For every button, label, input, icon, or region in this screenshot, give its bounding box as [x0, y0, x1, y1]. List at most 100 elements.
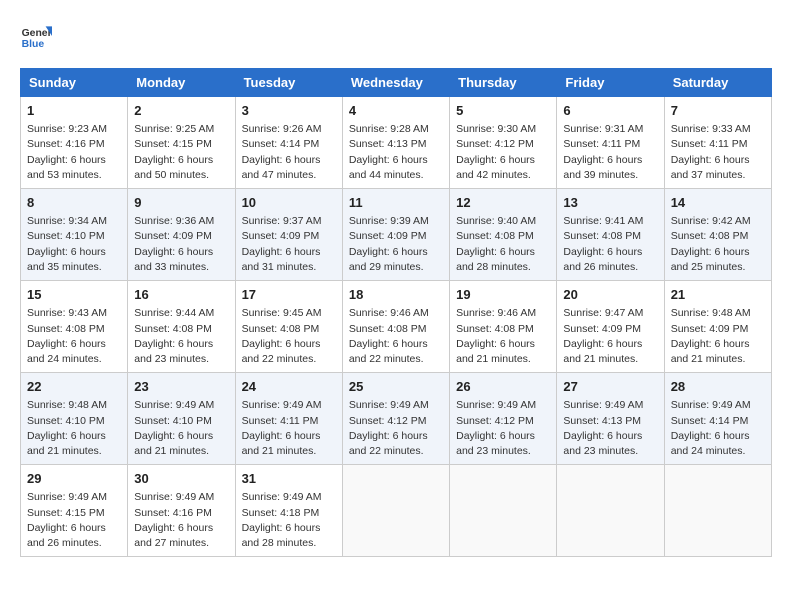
day-info: Sunrise: 9:49 AMSunset: 4:12 PMDaylight:…: [456, 398, 550, 459]
day-number: 26: [456, 378, 550, 396]
page-header: General Blue: [20, 20, 772, 52]
day-info: Sunrise: 9:49 AMSunset: 4:14 PMDaylight:…: [671, 398, 765, 459]
calendar-cell: 27 Sunrise: 9:49 AMSunset: 4:13 PMDayligh…: [557, 373, 664, 465]
logo: General Blue: [20, 20, 52, 52]
calendar-cell: 10 Sunrise: 9:37 AMSunset: 4:09 PMDayligh…: [235, 189, 342, 281]
col-header-sunday: Sunday: [21, 69, 128, 97]
calendar-cell: 4Sunrise: 9:28 AMSunset: 4:13 PMDaylight…: [342, 97, 449, 189]
calendar-cell: 14 Sunrise: 9:42 AMSunset: 4:08 PMDayligh…: [664, 189, 771, 281]
calendar-cell: 5Sunrise: 9:30 AMSunset: 4:12 PMDaylight…: [450, 97, 557, 189]
day-number: 3: [242, 102, 336, 120]
day-info: Sunrise: 9:41 AMSunset: 4:08 PMDaylight:…: [563, 214, 657, 275]
svg-text:Blue: Blue: [22, 39, 45, 50]
calendar-cell: 17 Sunrise: 9:45 AMSunset: 4:08 PMDayligh…: [235, 281, 342, 373]
day-number: 19: [456, 286, 550, 304]
col-header-wednesday: Wednesday: [342, 69, 449, 97]
calendar-cell: 12 Sunrise: 9:40 AMSunset: 4:08 PMDayligh…: [450, 189, 557, 281]
calendar-cell: 16 Sunrise: 9:44 AMSunset: 4:08 PMDayligh…: [128, 281, 235, 373]
day-info: Sunrise: 9:23 AMSunset: 4:16 PMDaylight:…: [27, 122, 121, 183]
day-info: Sunrise: 9:43 AMSunset: 4:08 PMDaylight:…: [27, 306, 121, 367]
calendar-cell: 25 Sunrise: 9:49 AMSunset: 4:12 PMDayligh…: [342, 373, 449, 465]
col-header-thursday: Thursday: [450, 69, 557, 97]
day-info: Sunrise: 9:49 AMSunset: 4:15 PMDaylight:…: [27, 490, 121, 551]
calendar-week-row: 15 Sunrise: 9:43 AMSunset: 4:08 PMDayligh…: [21, 281, 772, 373]
calendar-table: SundayMondayTuesdayWednesdayThursdayFrid…: [20, 68, 772, 557]
day-number: 16: [134, 286, 228, 304]
day-number: 28: [671, 378, 765, 396]
day-number: 24: [242, 378, 336, 396]
calendar-cell: 11Sunrise: 9:39 AMSunset: 4:09 PMDayligh…: [342, 189, 449, 281]
logo-icon: General Blue: [20, 20, 52, 52]
day-number: 2: [134, 102, 228, 120]
day-number: 9: [134, 194, 228, 212]
calendar-cell: 19Sunrise: 9:46 AMSunset: 4:08 PMDayligh…: [450, 281, 557, 373]
day-number: 7: [671, 102, 765, 120]
day-number: 15: [27, 286, 121, 304]
calendar-cell: 8Sunrise: 9:34 AMSunset: 4:10 PMDaylight…: [21, 189, 128, 281]
day-number: 20: [563, 286, 657, 304]
day-info: Sunrise: 9:48 AMSunset: 4:09 PMDaylight:…: [671, 306, 765, 367]
day-info: Sunrise: 9:40 AMSunset: 4:08 PMDaylight:…: [456, 214, 550, 275]
calendar-cell: 29 Sunrise: 9:49 AMSunset: 4:15 PMDayligh…: [21, 465, 128, 557]
day-number: 27: [563, 378, 657, 396]
calendar-cell: 13Sunrise: 9:41 AMSunset: 4:08 PMDayligh…: [557, 189, 664, 281]
day-number: 29: [27, 470, 121, 488]
svg-text:General: General: [22, 28, 52, 39]
day-info: Sunrise: 9:33 AMSunset: 4:11 PMDaylight:…: [671, 122, 765, 183]
day-info: Sunrise: 9:49 AMSunset: 4:10 PMDaylight:…: [134, 398, 228, 459]
calendar-cell: 2 Sunrise: 9:25 AMSunset: 4:15 PMDaylight…: [128, 97, 235, 189]
calendar-cell: [557, 465, 664, 557]
day-number: 8: [27, 194, 121, 212]
calendar-cell: [342, 465, 449, 557]
day-number: 31: [242, 470, 336, 488]
day-info: Sunrise: 9:25 AMSunset: 4:15 PMDaylight:…: [134, 122, 228, 183]
day-info: Sunrise: 9:26 AMSunset: 4:14 PMDaylight:…: [242, 122, 336, 183]
calendar-cell: 7 Sunrise: 9:33 AMSunset: 4:11 PMDaylight…: [664, 97, 771, 189]
calendar-cell: 6 Sunrise: 9:31 AMSunset: 4:11 PMDaylight…: [557, 97, 664, 189]
calendar-week-row: 1 Sunrise: 9:23 AMSunset: 4:16 PMDaylight…: [21, 97, 772, 189]
day-info: Sunrise: 9:39 AMSunset: 4:09 PMDaylight:…: [349, 214, 443, 275]
calendar-cell: 23Sunrise: 9:49 AMSunset: 4:10 PMDayligh…: [128, 373, 235, 465]
calendar-cell: 3 Sunrise: 9:26 AMSunset: 4:14 PMDaylight…: [235, 97, 342, 189]
day-info: Sunrise: 9:45 AMSunset: 4:08 PMDaylight:…: [242, 306, 336, 367]
calendar-cell: 31 Sunrise: 9:49 AMSunset: 4:18 PMDayligh…: [235, 465, 342, 557]
calendar-cell: 30 Sunrise: 9:49 AMSunset: 4:16 PMDayligh…: [128, 465, 235, 557]
col-header-saturday: Saturday: [664, 69, 771, 97]
day-info: Sunrise: 9:42 AMSunset: 4:08 PMDaylight:…: [671, 214, 765, 275]
day-number: 1: [27, 102, 121, 120]
calendar-cell: 15 Sunrise: 9:43 AMSunset: 4:08 PMDayligh…: [21, 281, 128, 373]
calendar-cell: 9Sunrise: 9:36 AMSunset: 4:09 PMDaylight…: [128, 189, 235, 281]
day-number: 21: [671, 286, 765, 304]
day-info: Sunrise: 9:37 AMSunset: 4:09 PMDaylight:…: [242, 214, 336, 275]
calendar-cell: 22Sunrise: 9:48 AMSunset: 4:10 PMDayligh…: [21, 373, 128, 465]
day-number: 17: [242, 286, 336, 304]
col-header-tuesday: Tuesday: [235, 69, 342, 97]
day-info: Sunrise: 9:49 AMSunset: 4:13 PMDaylight:…: [563, 398, 657, 459]
day-info: Sunrise: 9:31 AMSunset: 4:11 PMDaylight:…: [563, 122, 657, 183]
day-info: Sunrise: 9:49 AMSunset: 4:12 PMDaylight:…: [349, 398, 443, 459]
day-number: 4: [349, 102, 443, 120]
calendar-cell: 20 Sunrise: 9:47 AMSunset: 4:09 PMDayligh…: [557, 281, 664, 373]
day-number: 25: [349, 378, 443, 396]
day-info: Sunrise: 9:49 AMSunset: 4:16 PMDaylight:…: [134, 490, 228, 551]
calendar-week-row: 22Sunrise: 9:48 AMSunset: 4:10 PMDayligh…: [21, 373, 772, 465]
calendar-cell: 21 Sunrise: 9:48 AMSunset: 4:09 PMDayligh…: [664, 281, 771, 373]
day-info: Sunrise: 9:30 AMSunset: 4:12 PMDaylight:…: [456, 122, 550, 183]
calendar-cell: 28 Sunrise: 9:49 AMSunset: 4:14 PMDayligh…: [664, 373, 771, 465]
day-number: 6: [563, 102, 657, 120]
day-number: 10: [242, 194, 336, 212]
day-info: Sunrise: 9:48 AMSunset: 4:10 PMDaylight:…: [27, 398, 121, 459]
calendar-header-row: SundayMondayTuesdayWednesdayThursdayFrid…: [21, 69, 772, 97]
calendar-cell: 24Sunrise: 9:49 AMSunset: 4:11 PMDayligh…: [235, 373, 342, 465]
day-number: 12: [456, 194, 550, 212]
day-info: Sunrise: 9:44 AMSunset: 4:08 PMDaylight:…: [134, 306, 228, 367]
calendar-cell: 26 Sunrise: 9:49 AMSunset: 4:12 PMDayligh…: [450, 373, 557, 465]
day-number: 30: [134, 470, 228, 488]
col-header-monday: Monday: [128, 69, 235, 97]
day-info: Sunrise: 9:49 AMSunset: 4:18 PMDaylight:…: [242, 490, 336, 551]
calendar-week-row: 29 Sunrise: 9:49 AMSunset: 4:15 PMDayligh…: [21, 465, 772, 557]
calendar-cell: 18Sunrise: 9:46 AMSunset: 4:08 PMDayligh…: [342, 281, 449, 373]
day-info: Sunrise: 9:47 AMSunset: 4:09 PMDaylight:…: [563, 306, 657, 367]
calendar-week-row: 8Sunrise: 9:34 AMSunset: 4:10 PMDaylight…: [21, 189, 772, 281]
day-number: 14: [671, 194, 765, 212]
